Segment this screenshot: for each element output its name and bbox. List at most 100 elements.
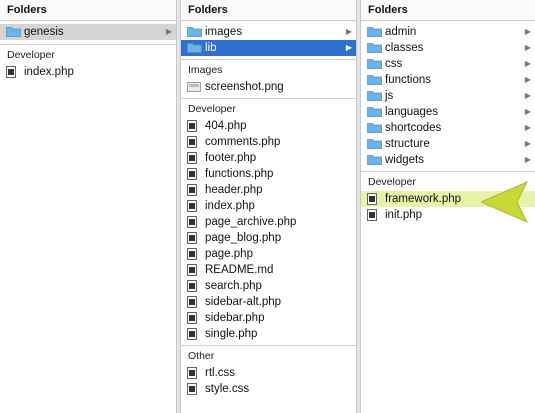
- pointer-arrow-icon: [481, 180, 529, 224]
- folder-row[interactable]: widgets ▶: [361, 152, 535, 168]
- file-label: comments.php: [205, 136, 281, 148]
- folder-label: js: [385, 90, 394, 102]
- file-row[interactable]: 404.php: [181, 118, 356, 134]
- section-divider: [181, 98, 356, 99]
- file-row[interactable]: sidebar-alt.php: [181, 294, 356, 310]
- folder-icon: [367, 138, 382, 149]
- folder-row[interactable]: lib ▶: [181, 40, 356, 56]
- folder-label: lib: [205, 42, 217, 54]
- chevron-right-icon: ▶: [524, 59, 531, 68]
- folder-row[interactable]: admin ▶: [361, 24, 535, 40]
- file-label: screenshot.png: [205, 81, 284, 93]
- file-label: framework.php: [385, 193, 462, 205]
- folder-label: functions: [385, 74, 432, 86]
- file-row[interactable]: footer.php: [181, 150, 356, 166]
- file-label: index.php: [24, 66, 74, 78]
- folder-row[interactable]: shortcodes ▶: [361, 120, 535, 136]
- folder-row[interactable]: structure ▶: [361, 136, 535, 152]
- chevron-right-icon: ▶: [524, 107, 531, 116]
- folder-row[interactable]: js ▶: [361, 88, 535, 104]
- folder-icon: [367, 90, 382, 101]
- file-row[interactable]: screenshot.png: [181, 79, 356, 95]
- folder-icon: [6, 26, 21, 37]
- file-label: header.php: [205, 184, 263, 196]
- file-row[interactable]: README.md: [181, 262, 356, 278]
- file-row[interactable]: search.php: [181, 278, 356, 294]
- folder-icon: [367, 106, 382, 117]
- file-label: index.php: [205, 200, 255, 212]
- file-row[interactable]: style.css: [181, 381, 356, 397]
- file-label: rtl.css: [205, 367, 236, 379]
- file-row[interactable]: sidebar.php: [181, 310, 356, 326]
- file-row[interactable]: page.php: [181, 246, 356, 262]
- chevron-right-icon: ▶: [165, 27, 172, 36]
- column-root: Folders genesis ▶ Developer index.php: [0, 0, 176, 413]
- file-row[interactable]: functions.php: [181, 166, 356, 182]
- php-file-icon: [187, 120, 197, 132]
- folder-label: shortcodes: [385, 122, 442, 134]
- chevron-right-icon: ▶: [524, 91, 531, 100]
- folder-label: admin: [385, 26, 417, 38]
- section-title-developer: Developer: [188, 103, 236, 115]
- file-row[interactable]: index.php: [181, 198, 356, 214]
- chevron-right-icon: ▶: [524, 75, 531, 84]
- php-file-icon: [187, 232, 197, 244]
- folder-label: structure: [385, 138, 430, 150]
- file-row[interactable]: page_archive.php: [181, 214, 356, 230]
- php-file-icon: [187, 328, 197, 340]
- folder-row[interactable]: css ▶: [361, 56, 535, 72]
- php-file-icon: [187, 184, 197, 196]
- file-label: footer.php: [205, 152, 257, 164]
- php-file-icon: [187, 383, 197, 395]
- folder-label: widgets: [385, 154, 424, 166]
- folder-row[interactable]: images ▶: [181, 24, 356, 40]
- folder-row[interactable]: languages ▶: [361, 104, 535, 120]
- folder-icon: [187, 42, 202, 53]
- file-row[interactable]: single.php: [181, 326, 356, 342]
- file-label: single.php: [205, 328, 258, 340]
- folder-icon: [367, 26, 382, 37]
- file-row[interactable]: header.php: [181, 182, 356, 198]
- folder-row[interactable]: genesis ▶: [0, 24, 176, 40]
- file-label: page.php: [205, 248, 253, 260]
- file-row[interactable]: rtl.css: [181, 365, 356, 381]
- file-label: sidebar-alt.php: [205, 296, 282, 308]
- column-header: Folders: [181, 0, 356, 21]
- folder-icon: [367, 74, 382, 85]
- folder-icon: [187, 26, 202, 37]
- chevron-right-icon: ▶: [524, 123, 531, 132]
- chevron-right-icon: ▶: [345, 43, 352, 52]
- php-file-icon: [187, 152, 197, 164]
- folder-row[interactable]: classes ▶: [361, 40, 535, 56]
- file-row[interactable]: index.php: [0, 64, 176, 80]
- php-file-icon: [187, 312, 197, 324]
- chevron-right-icon: ▶: [524, 139, 531, 148]
- column-header: Folders: [0, 0, 176, 21]
- file-row[interactable]: comments.php: [181, 134, 356, 150]
- file-label: page_archive.php: [205, 216, 297, 228]
- file-row[interactable]: page_blog.php: [181, 230, 356, 246]
- folder-icon: [367, 154, 382, 165]
- chevron-right-icon: ▶: [345, 27, 352, 36]
- php-file-icon: [187, 296, 197, 308]
- php-file-icon: [367, 193, 377, 205]
- section-title-developer: Developer: [7, 49, 55, 61]
- image-file-icon: [187, 82, 201, 92]
- php-file-icon: [187, 264, 197, 276]
- folder-icon: [367, 122, 382, 133]
- section-divider: [0, 44, 176, 45]
- section-divider: [181, 59, 356, 60]
- chevron-right-icon: ▶: [524, 155, 531, 164]
- php-file-icon: [6, 66, 16, 78]
- chevron-right-icon: ▶: [524, 43, 531, 52]
- folder-label: images: [205, 26, 243, 38]
- folder-row[interactable]: functions ▶: [361, 72, 535, 88]
- section-title-images: Images: [188, 64, 223, 76]
- php-file-icon: [187, 280, 197, 292]
- php-file-icon: [187, 168, 197, 180]
- php-file-icon: [187, 216, 197, 228]
- section-divider: [361, 171, 535, 172]
- php-file-icon: [187, 367, 197, 379]
- folder-label: classes: [385, 42, 424, 54]
- chevron-right-icon: ▶: [524, 27, 531, 36]
